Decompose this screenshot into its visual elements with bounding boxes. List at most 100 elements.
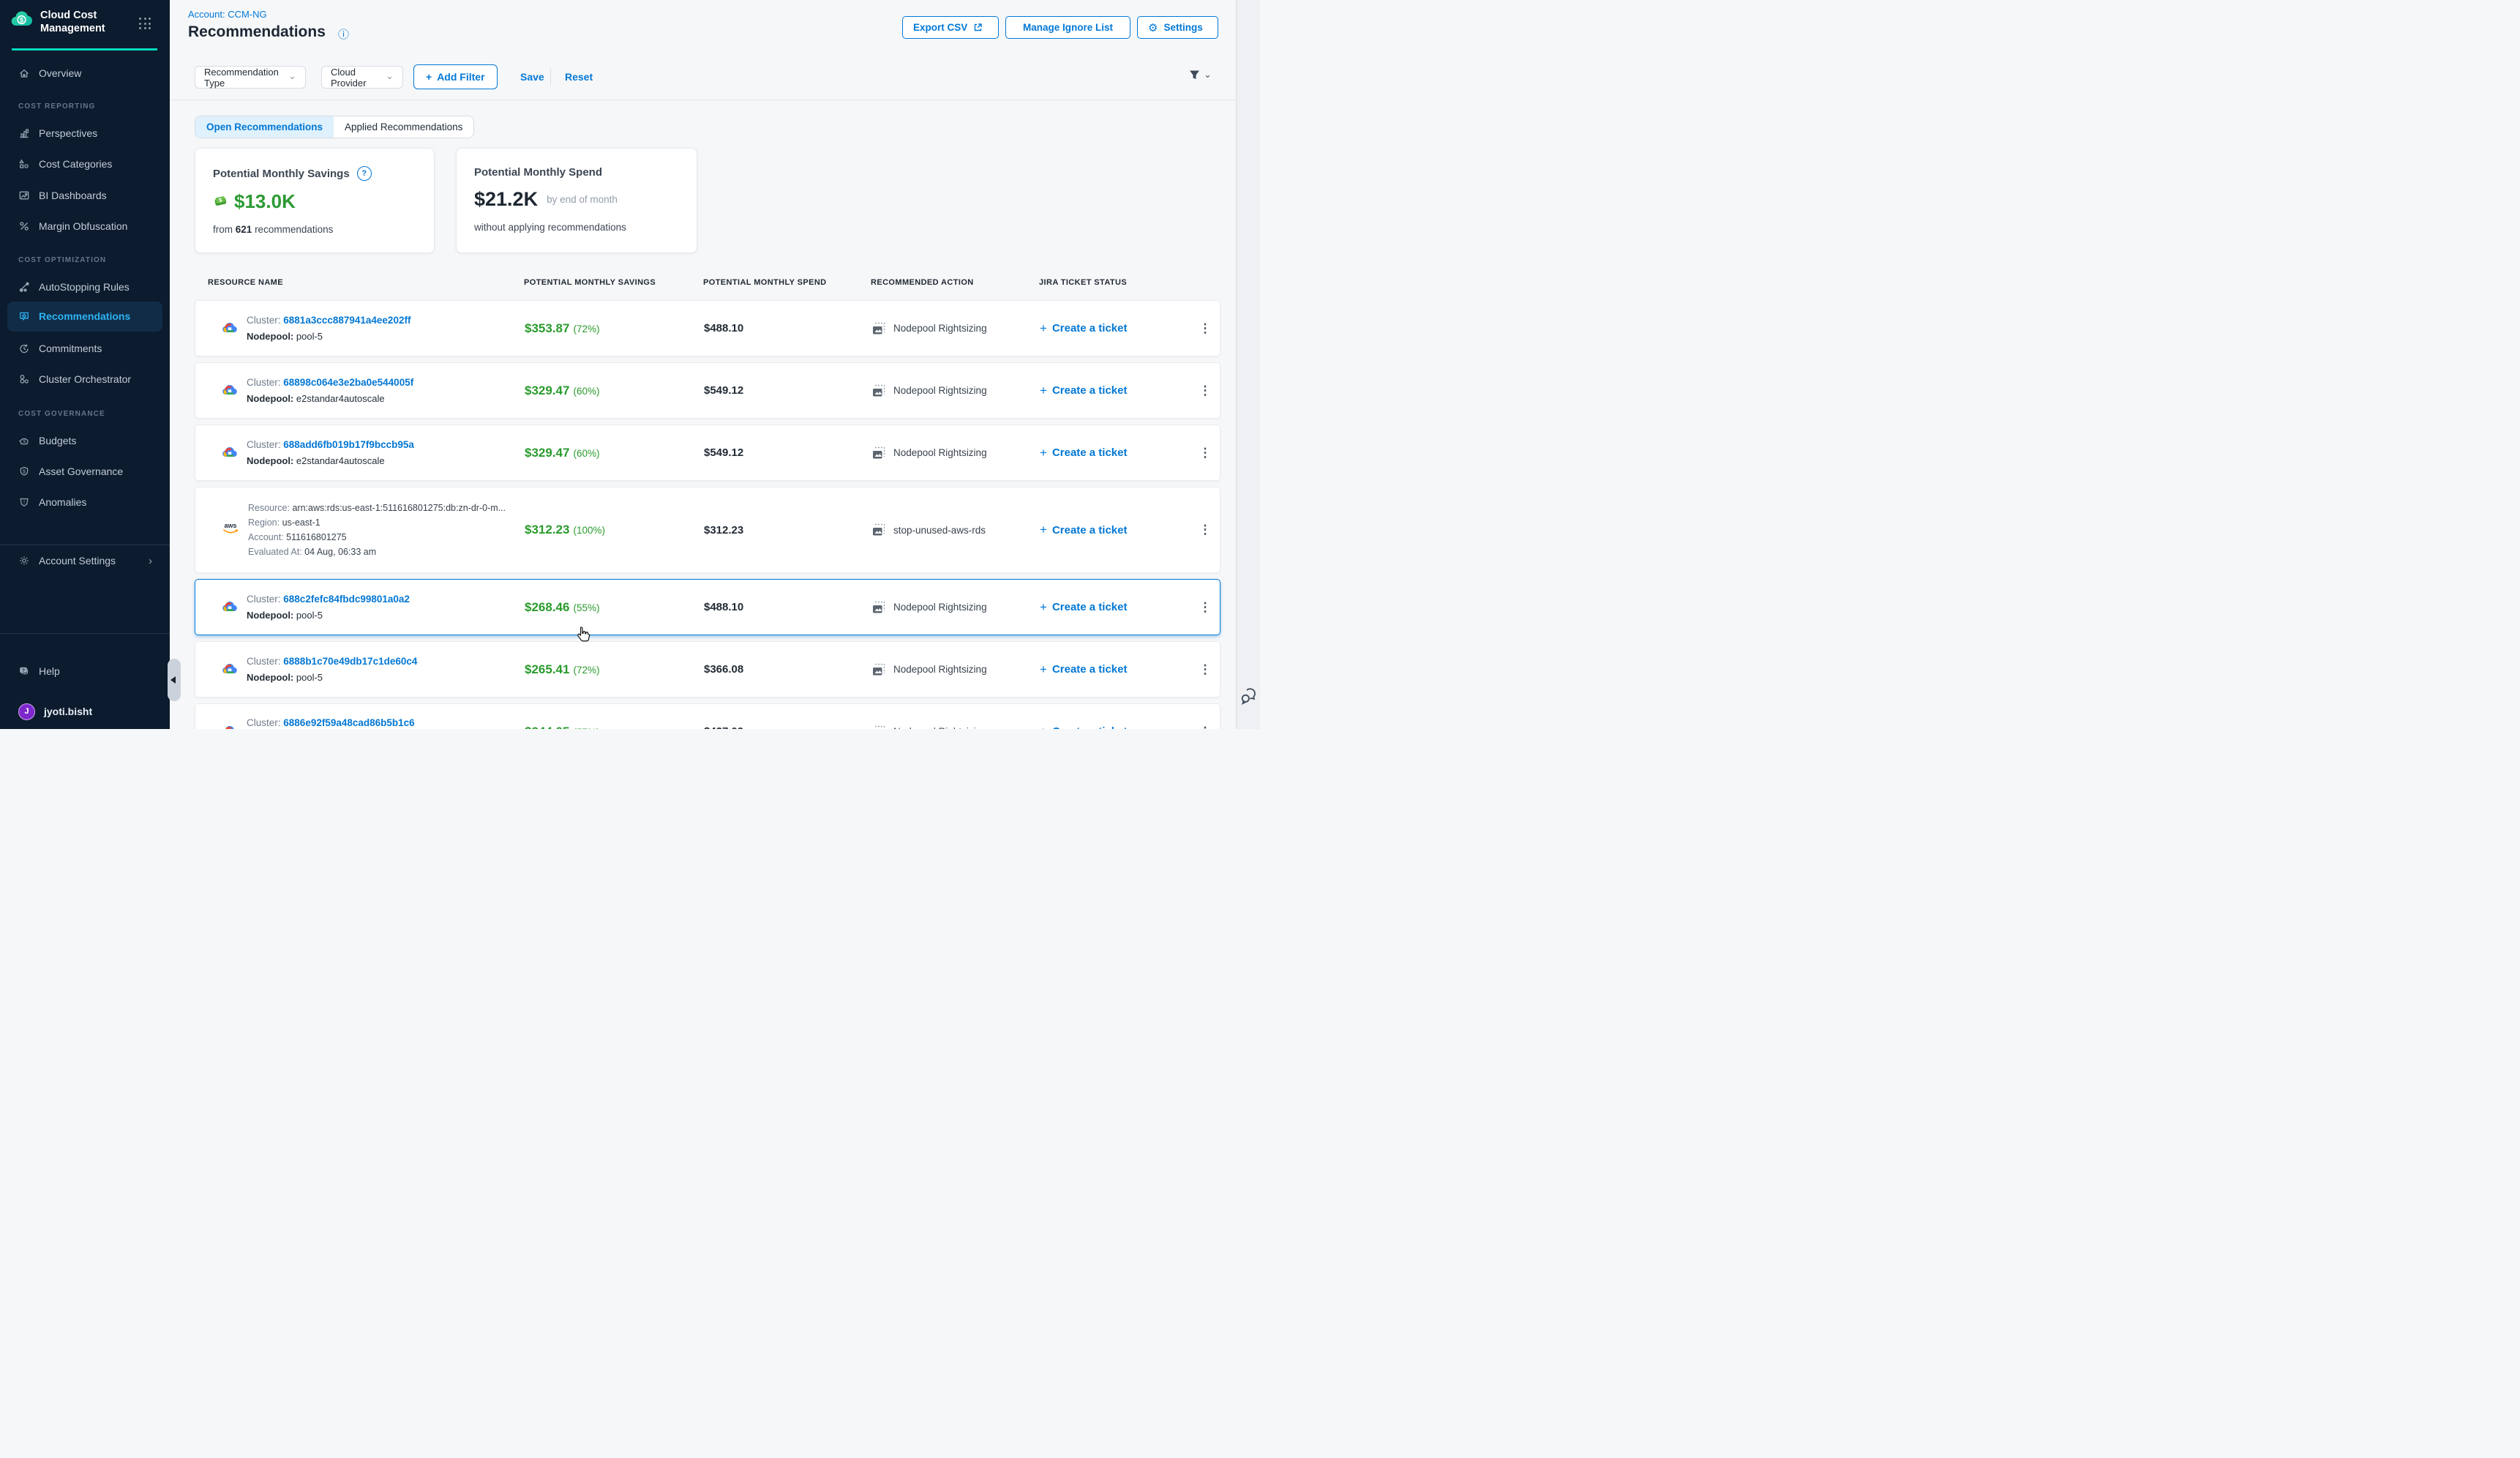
rightsizing-icon xyxy=(871,384,886,398)
row-menu-button[interactable]: ⋮ xyxy=(1189,600,1221,615)
add-filter-button[interactable]: + Add Filter xyxy=(413,64,498,89)
sidebar-item-recommendations[interactable]: Recommendations xyxy=(18,303,162,329)
sidebar-item-bi-dashboards[interactable]: BI Dashboards xyxy=(18,182,162,209)
nodepool-value: pool-5 xyxy=(296,331,323,342)
savings-cell: $265.41(72%) xyxy=(525,662,704,677)
savings-card-title: Potential Monthly Savings xyxy=(213,168,350,180)
create-ticket-button[interactable]: +Create a ticket xyxy=(1040,600,1189,615)
rightsizing-icon xyxy=(871,725,886,730)
sidebar-item-cost-categories[interactable]: Cost Categories xyxy=(18,151,162,177)
cluster-link[interactable]: 688add6fb019b17f9bccb95a xyxy=(283,439,414,450)
create-ticket-button[interactable]: +Create a ticket xyxy=(1040,321,1189,336)
savings-cell: $244.05(57%) xyxy=(525,725,704,730)
sidebar-item-help[interactable]: ? Help xyxy=(18,658,162,684)
tab-open-recommendations[interactable]: Open Recommendations xyxy=(195,116,334,138)
col-header-potential-monthly-spend: POTENTIAL MONTHLY SPEND xyxy=(703,278,827,287)
cluster-link[interactable]: 6886e92f59a48cad86b5b1c6 xyxy=(283,717,414,728)
cluster-link[interactable]: 6881a3ccc887941a4ee202ff xyxy=(283,315,410,326)
add-filter-label: Add Filter xyxy=(437,71,484,83)
create-ticket-button[interactable]: +Create a ticket xyxy=(1040,446,1189,460)
app-title: Cloud Cost Management xyxy=(40,9,130,35)
recommended-action-cell: Nodepool Rightsizing xyxy=(871,662,1040,677)
support-chat-icon[interactable] xyxy=(1240,687,1259,709)
cluster-link[interactable]: 6888b1c70e49db17c1de60c4 xyxy=(283,656,417,667)
row-menu-button[interactable]: ⋮ xyxy=(1189,725,1221,730)
create-ticket-button[interactable]: +Create a ticket xyxy=(1040,384,1189,398)
manage-ignore-list-button[interactable]: Manage Ignore List xyxy=(1005,16,1130,39)
aws-icon: aws xyxy=(222,521,239,539)
create-ticket-button[interactable]: +Create a ticket xyxy=(1040,725,1189,730)
recommendation-type-select[interactable]: Recommendation Type ⌄ xyxy=(195,66,306,89)
module-accent-line xyxy=(12,48,157,51)
table-row[interactable]: Cluster: 688add6fb019b17f9bccb95a Nodepo… xyxy=(195,425,1220,481)
filter-panel-toggle[interactable]: ⌄ xyxy=(1188,69,1212,81)
table-row[interactable]: aws Resource: arn:aws:rds:us-east-1:5116… xyxy=(195,487,1220,573)
spend-card-title: Potential Monthly Spend xyxy=(474,166,602,179)
sidebar-item-autostopping-rules[interactable]: AutoStopping Rules xyxy=(18,274,162,300)
sidebar: $ Cloud Cost Management Overview COST RE… xyxy=(0,0,170,729)
sidebar-item-commitments[interactable]: Commitments xyxy=(18,335,162,362)
plus-icon: + xyxy=(1040,600,1047,615)
row-menu-button[interactable]: ⋮ xyxy=(1189,384,1221,398)
sidebar-collapse-handle[interactable] xyxy=(168,659,181,701)
shapes-icon xyxy=(18,158,30,170)
table-row[interactable]: Cluster: 68898c064e3e2ba0e544005f Nodepo… xyxy=(195,362,1220,419)
sidebar-item-overview[interactable]: Overview xyxy=(18,60,162,86)
sidebar-item-asset-governance[interactable]: $ Asset Governance xyxy=(18,458,162,485)
cluster-link[interactable]: 688c2fefc84fbdc99801a0a2 xyxy=(283,594,410,605)
evaluated-at-value: 04 Aug, 06:33 am xyxy=(304,547,376,557)
external-link-icon xyxy=(973,23,983,32)
recommended-action-cell: Nodepool Rightsizing xyxy=(871,725,1040,730)
cloud-provider-select[interactable]: Cloud Provider ⌄ xyxy=(321,66,403,89)
row-menu-button[interactable]: ⋮ xyxy=(1189,523,1221,537)
user-menu[interactable]: J jyoti.bisht xyxy=(18,698,162,725)
sidebar-section-cost-optimization: COST OPTIMIZATION xyxy=(18,256,106,264)
action-label: Nodepool Rightsizing xyxy=(893,323,987,334)
table-row[interactable]: Cluster: 6886e92f59a48cad86b5b1c6 $244.0… xyxy=(195,703,1220,729)
tab-applied-recommendations[interactable]: Applied Recommendations xyxy=(334,116,473,138)
savings-cell: $353.87(72%) xyxy=(525,321,704,336)
breadcrumb-account-link[interactable]: Account: CCM-NG xyxy=(188,9,267,20)
export-csv-button[interactable]: Export CSV xyxy=(902,16,999,39)
recommended-action-cell: stop-unused-aws-rds xyxy=(871,523,1040,537)
row-menu-button[interactable]: ⋮ xyxy=(1189,446,1221,460)
savings-cell: $329.47(60%) xyxy=(525,446,704,460)
table-row-selected[interactable]: Cluster: 688c2fefc84fbdc99801a0a2 Nodepo… xyxy=(195,579,1220,635)
sidebar-item-account-settings[interactable]: Account Settings › xyxy=(18,547,162,574)
nodepool-value: e2standar4autoscale xyxy=(296,393,385,404)
sidebar-item-perspectives[interactable]: Perspectives xyxy=(18,120,162,146)
autostopping-icon xyxy=(18,281,30,293)
sidebar-item-cluster-orchestrator[interactable]: Cluster Orchestrator xyxy=(18,366,162,392)
sidebar-item-margin-obfuscation[interactable]: Margin Obfuscation xyxy=(18,213,162,239)
plus-icon: + xyxy=(1040,321,1047,336)
save-filter-link[interactable]: Save xyxy=(520,71,544,83)
gcp-icon xyxy=(222,662,238,676)
svg-text:$: $ xyxy=(23,469,26,474)
chevron-right-icon: › xyxy=(149,555,152,567)
sidebar-item-budgets[interactable]: $ Budgets xyxy=(18,427,162,454)
resource-label: Cluster: xyxy=(247,439,281,450)
sidebar-item-anomalies[interactable]: ! Anomalies xyxy=(18,489,162,515)
create-ticket-button[interactable]: +Create a ticket xyxy=(1040,523,1189,537)
svg-text:aws: aws xyxy=(224,522,236,529)
piggy-bank-icon: $ xyxy=(18,435,30,446)
settings-button[interactable]: ⚙ Settings xyxy=(1137,16,1218,39)
row-menu-button[interactable]: ⋮ xyxy=(1189,662,1221,677)
funnel-icon xyxy=(1188,69,1201,81)
svg-text:?: ? xyxy=(22,668,25,673)
cluster-link[interactable]: 68898c064e3e2ba0e544005f xyxy=(283,377,413,388)
reset-filter-link[interactable]: Reset xyxy=(565,71,593,83)
table-row[interactable]: Cluster: 6881a3ccc887941a4ee202ff Nodepo… xyxy=(195,300,1220,356)
spend-cell: $488.10 xyxy=(704,322,871,334)
svg-text:$: $ xyxy=(20,16,24,24)
evaluated-at-label: Evaluated At: xyxy=(248,547,302,557)
sidebar-item-label: BI Dashboards xyxy=(39,190,107,201)
create-ticket-button[interactable]: +Create a ticket xyxy=(1040,662,1189,677)
question-icon[interactable]: ? xyxy=(357,166,372,181)
sidebar-item-label: Cluster Orchestrator xyxy=(39,373,131,385)
app-switcher-icon[interactable] xyxy=(139,18,151,30)
info-icon[interactable]: ⓘ xyxy=(338,26,349,42)
table-row[interactable]: Cluster: 6888b1c70e49db17c1de60c4 Nodepo… xyxy=(195,641,1220,698)
row-menu-button[interactable]: ⋮ xyxy=(1189,321,1221,336)
sidebar-item-label: Help xyxy=(39,665,60,677)
